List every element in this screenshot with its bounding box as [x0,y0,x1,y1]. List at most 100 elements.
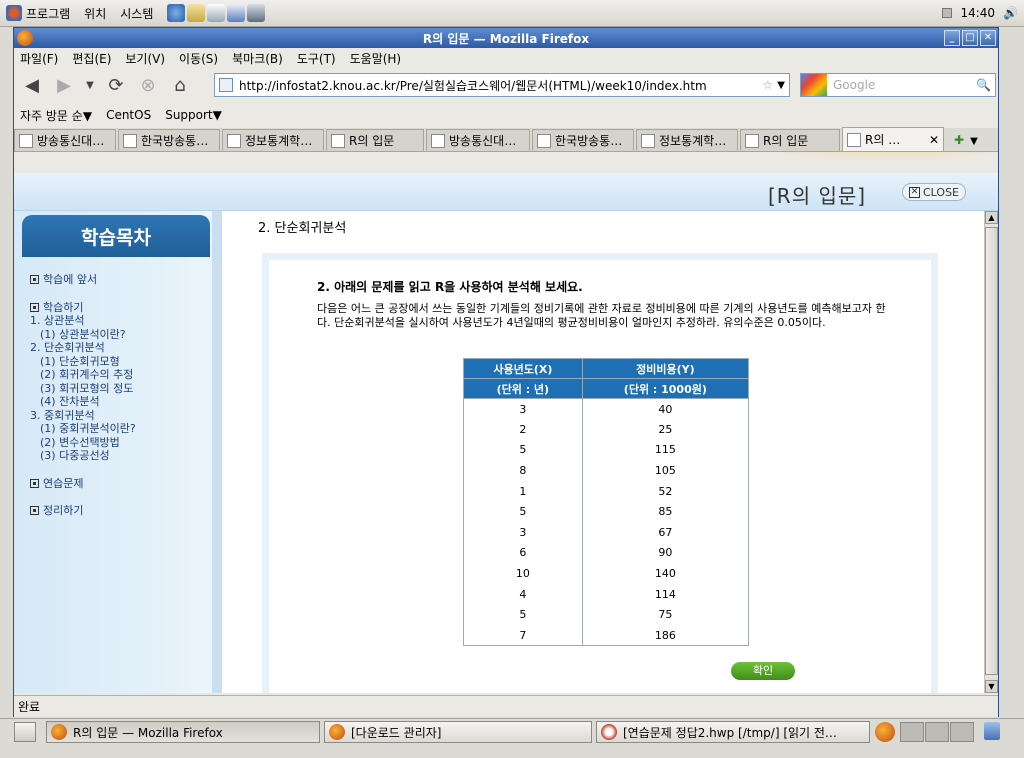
presentation-launcher-icon[interactable] [227,4,246,22]
sidebar-title: 학습목차 [22,215,210,257]
vertical-scrollbar[interactable]: ▲ ▼ [984,211,998,693]
search-box[interactable]: Google 🔍 [800,73,996,97]
toc-item[interactable]: (3) 다중공선성 [30,449,214,463]
taskbar-firefox[interactable]: R의 입문 — Mozilla Firefox [46,721,320,743]
back-arrow-icon[interactable]: ◀ [20,73,44,97]
toc-item[interactable]: (2) 변수선택방법 [30,436,214,450]
google-favicon-icon [19,133,33,148]
close-button[interactable]: ✕ [980,30,996,46]
home-icon[interactable]: ⌂ [168,73,192,97]
tab-3[interactable]: 정보통계학… [222,129,324,151]
toc-item[interactable]: 3. 중회귀분석 [30,409,214,423]
toc-item[interactable]: (1) 단순회귀모형 [30,355,214,369]
tab-4[interactable]: R의 입문 [326,129,424,151]
system-menu[interactable]: 시스템 [120,5,153,22]
table-row: 6 90 [463,542,750,564]
workspace-1[interactable] [900,722,924,742]
bottom-panel: R의 입문 — Mozilla Firefox [다운로드 관리자] [연습문제… [0,718,1024,758]
network-icon[interactable] [942,8,953,18]
menu-view[interactable]: 보기(V) [125,50,165,67]
cell-x: 8 [463,460,583,481]
places-menu[interactable]: 위치 [84,5,106,22]
url-dropdown-icon[interactable]: ▼ [777,80,785,91]
workspace-3[interactable] [950,722,974,742]
question-description: 다음은 어느 큰 공장에서 쓰는 동일한 기계들의 정비기록에 관한 자료로 정… [317,302,886,329]
reload-icon[interactable]: ⟳ [104,73,128,97]
workspace-switcher[interactable] [900,722,974,742]
toc-summary[interactable]: 정리하기 [30,504,214,518]
bookmark-centos[interactable]: CentOS [106,108,151,122]
tab-active[interactable]: R의 … ✕ [842,127,944,151]
question-title: 2. 아래의 문제를 읽고 R을 사용하여 분석해 보세요. [317,280,583,294]
url-bar[interactable]: http://infostat2.knou.ac.kr/Pre/실험실습코스웨어… [214,73,790,97]
title-bar[interactable]: R의 입문 — Mozilla Firefox _ □ ✕ [14,28,998,48]
tab-8[interactable]: R의 입문 [740,129,840,151]
new-tab-icon[interactable]: ✚ [954,133,964,147]
tab-5[interactable]: 방송통신대… [426,129,530,151]
minimize-button[interactable]: _ [944,30,960,46]
help-launcher-icon[interactable] [247,4,266,22]
tab-6[interactable]: 한국방송통… [532,129,634,151]
window-title: R의 입문 — Mozilla Firefox [422,31,590,46]
applications-menu[interactable]: 프로그램 [26,5,70,22]
scroll-up-icon[interactable]: ▲ [985,211,998,224]
forward-arrow-icon[interactable]: ▶ [52,73,76,97]
cell-x: 5 [463,501,583,523]
toc-item[interactable]: (2) 회귀계수의 추정 [30,368,214,382]
toc-item[interactable]: (1) 상관분석이란? [30,328,214,342]
menu-edit[interactable]: 편집(E) [72,50,111,67]
toc-item[interactable]: (1) 중회귀분석이란? [30,422,214,436]
cell-x: 5 [463,439,583,461]
maximize-button[interactable]: □ [962,30,978,46]
page-favicon-icon [641,133,655,148]
confirm-button[interactable]: 확인 [731,662,795,680]
menu-go[interactable]: 이동(S) [179,50,218,67]
menu-help[interactable]: 도움말(H) [350,50,402,67]
toc-intro[interactable]: 학습에 앞서 [30,273,214,287]
page-favicon-icon [847,132,861,147]
history-dropdown-icon[interactable]: ▼ [84,73,96,97]
menu-bookmarks[interactable]: 북마크(B) [232,50,283,67]
firefox-tray-icon[interactable] [875,722,895,742]
scroll-thumb[interactable] [985,227,998,675]
cell-y: 85 [581,501,750,523]
tab-1[interactable]: 방송통신대… [14,129,116,151]
close-tab-icon[interactable]: ✕ [929,133,939,147]
url-text[interactable]: http://infostat2.knou.ac.kr/Pre/실험실습코스웨어… [239,77,759,94]
toc-item[interactable]: 2. 단순회귀분석 [30,341,214,355]
toc-item[interactable]: (3) 회귀모형의 정도 [30,382,214,396]
bookmark-support[interactable]: Support▼ [165,108,222,122]
magnifier-icon[interactable]: 🔍 [976,78,991,92]
mail-launcher-icon[interactable] [187,4,206,22]
cell-x: 3 [463,522,583,543]
editor-launcher-icon[interactable] [207,4,226,22]
trash-icon[interactable] [984,722,1000,740]
tab-list-icon[interactable]: ▼ [970,136,978,147]
workspace-2[interactable] [925,722,949,742]
volume-icon[interactable]: 🔊 [1003,6,1018,20]
applications-icon[interactable] [6,5,22,21]
close-page-button[interactable]: ✕ CLOSE [902,183,967,201]
show-desktop-icon[interactable] [14,722,36,742]
toc-item[interactable]: 1. 상관분석 [30,314,214,328]
cell-y: 52 [581,480,750,502]
taskbar-downloads[interactable]: [다운로드 관리자] [324,721,592,743]
system-tray: 14:40 🔊 [942,6,1018,20]
tab-7[interactable]: 정보통계학… [636,129,738,151]
taskbar-hwp[interactable]: [연습문제 정답2.hwp [/tmp/] [읽기 전… [596,721,870,743]
toc-practice[interactable]: 연습문제 [30,477,214,491]
tab-2[interactable]: 한국방송통… [118,129,220,151]
bookmark-star-icon[interactable]: ☆ [763,78,774,92]
bookmark-most-visited[interactable]: 자주 방문 순▼ [20,107,92,124]
sidebar: 학습목차 학습에 앞서 학습하기 1. 상관분석 (1) 상관분석이란? 2. … [14,211,222,693]
search-input[interactable]: Google [829,78,976,92]
google-engine-icon[interactable] [801,74,827,96]
browser-launcher-icon[interactable] [167,4,186,22]
scroll-down-icon[interactable]: ▼ [985,680,998,693]
clock[interactable]: 14:40 [960,6,995,20]
menu-tools[interactable]: 도구(T) [297,50,336,67]
toc-item[interactable]: (4) 잔차분석 [30,395,214,409]
stop-icon[interactable]: ⊗ [136,73,160,97]
menu-file[interactable]: 파일(F) [20,50,58,67]
toc-learn[interactable]: 학습하기 [30,301,214,315]
